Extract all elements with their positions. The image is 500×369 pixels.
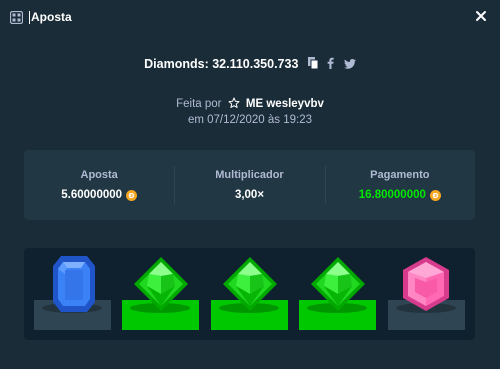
copy-icon[interactable] xyxy=(307,57,319,72)
stat-value: 16.80000000 Đ xyxy=(359,189,441,201)
emerald-gem-icon xyxy=(134,257,188,311)
payout-amount: 16.80000000 xyxy=(358,189,426,201)
bet-date: em 07/12/2020 às 19:23 xyxy=(187,114,313,126)
close-icon[interactable] xyxy=(474,9,488,23)
username-link[interactable]: ME wesleyvbv xyxy=(246,98,324,110)
coin-icon: Đ xyxy=(126,189,138,201)
stat-payout: Pagamento 16.80000000 Đ xyxy=(324,150,475,220)
bet-amount: 5.60000000 xyxy=(61,189,123,201)
stat-bet: Aposta 5.60000000 Đ xyxy=(24,150,174,220)
emerald-gem-icon xyxy=(223,257,277,311)
made-by-line: Feita por ME wesleyvbv xyxy=(0,97,500,112)
svg-text:Đ: Đ xyxy=(129,192,135,200)
stat-label: Aposta xyxy=(80,169,118,181)
sapphire-gem-icon xyxy=(53,256,95,312)
bet-stats-panel: Aposta 5.60000000 Đ Multiplicador 3,00× … xyxy=(24,150,475,220)
multiplier-value: 3,00× xyxy=(234,189,265,201)
facebook-icon[interactable] xyxy=(327,57,335,72)
coin-icon: Đ xyxy=(429,189,441,201)
modal-title: Aposta xyxy=(31,10,72,24)
game-title-line: Diamonds: 32.110.350.733 xyxy=(0,57,500,72)
bet-slip-icon xyxy=(9,10,24,24)
stat-value: 5.60000000 Đ xyxy=(61,189,138,201)
emerald-gem-icon xyxy=(311,257,365,311)
gem-board xyxy=(24,248,475,340)
game-title: Diamonds: 32.110.350.733 xyxy=(144,57,299,71)
stat-multiplier: Multiplicador 3,00× xyxy=(174,150,324,220)
made-by-prefix: Feita por xyxy=(176,98,222,110)
stat-label: Pagamento xyxy=(370,169,430,181)
stat-label: Multiplicador xyxy=(215,169,284,181)
svg-text:Đ: Đ xyxy=(432,192,438,200)
pink-gem-icon xyxy=(403,257,449,311)
stat-value: 3,00× xyxy=(235,189,264,201)
star-icon xyxy=(228,97,240,112)
modal-header: Aposta xyxy=(0,0,500,34)
text-cursor xyxy=(29,10,30,24)
twitter-icon[interactable] xyxy=(343,58,356,72)
